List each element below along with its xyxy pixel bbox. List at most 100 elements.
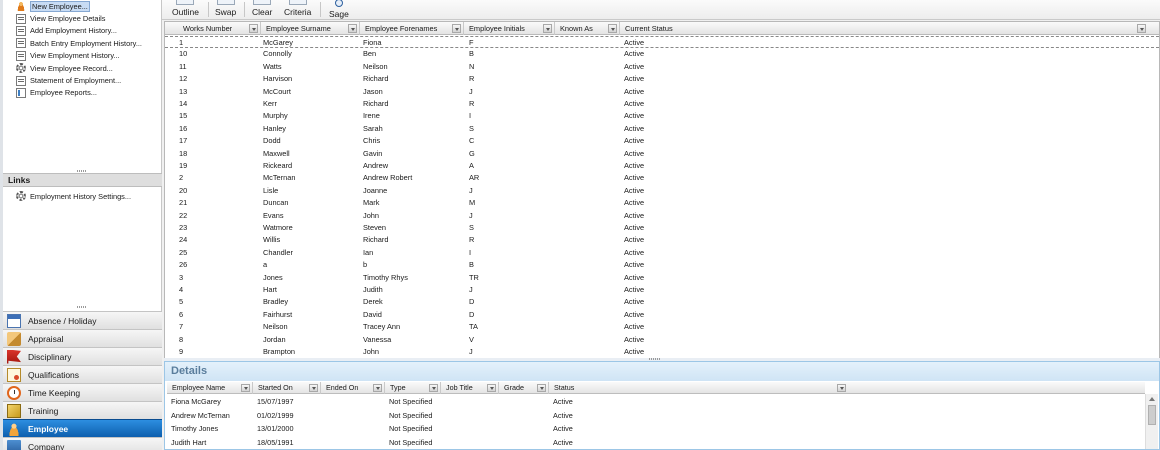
filter-dropdown-icon[interactable] [249, 24, 258, 33]
table-row[interactable]: 10 Connolly Ben B Active [165, 48, 1159, 60]
links-splitter[interactable] [3, 305, 162, 309]
table-cell: 26 [179, 260, 188, 270]
filter-dropdown-icon[interactable] [429, 384, 438, 392]
table-cell: Jones [263, 272, 283, 282]
column-header-employee-initials[interactable]: Employee Initials [463, 22, 555, 35]
table-row[interactable]: 1 McGarey Fiona F Active [165, 36, 1159, 49]
details-row[interactable]: Andrew McTernan 01/02/1999 Not Specified Ac… [167, 409, 1145, 423]
table-row[interactable]: 16 Hanley Sarah S Active [165, 123, 1159, 135]
table-cell: Jason [363, 86, 383, 96]
table-row[interactable]: 13 McCourt Jason J Active [165, 86, 1159, 98]
task-view-employment-history[interactable]: View Employment History... [6, 50, 160, 62]
table-cell: Tracey Ann [363, 322, 401, 332]
table-cell: Active [624, 334, 645, 344]
table-row[interactable]: 26 a b B Active [165, 259, 1159, 271]
table-row[interactable]: 11 Watts Neilson N Active [165, 61, 1159, 73]
filter-dropdown-icon[interactable] [452, 24, 461, 33]
swap-button[interactable]: Swap [215, 0, 236, 20]
training-icon [7, 403, 21, 418]
nav-label: Time Keeping [28, 387, 81, 398]
filter-dropdown-icon[interactable] [373, 384, 382, 392]
table-cell: Dodd [263, 136, 281, 146]
table-row[interactable]: 20 Lisle Joanne J Active [165, 185, 1159, 197]
document-icon [16, 38, 26, 49]
details-column-status[interactable]: Status [549, 382, 1145, 394]
filter-dropdown-icon[interactable] [537, 384, 546, 392]
filter-dropdown-icon[interactable] [837, 384, 846, 392]
details-cell: Judith Hart [171, 437, 207, 447]
nav-disciplinary[interactable]: Disciplinary [3, 347, 162, 365]
task-employee-reports[interactable]: Employee Reports... [6, 87, 160, 99]
nav-appraisal[interactable]: Appraisal [3, 329, 162, 347]
table-row[interactable]: 2 McTernan Andrew Robert AR Active [165, 172, 1159, 184]
sage-button[interactable]: Sage [329, 0, 349, 20]
clear-button[interactable]: Clear [252, 0, 272, 20]
outline-button[interactable]: Outline [172, 0, 199, 20]
module-nav: Absence / Holiday Appraisal Disciplinary… [3, 311, 162, 450]
details-row[interactable]: Judith Hart 18/05/1991 Not Specified Active [167, 436, 1145, 450]
filter-dropdown-icon[interactable] [241, 384, 250, 392]
details-row[interactable]: Timothy Jones 13/01/2000 Not Specified Acti… [167, 422, 1145, 436]
criteria-label: Criteria [284, 7, 312, 17]
details-cell: Not Specified [389, 397, 433, 406]
nav-label: Company [28, 441, 65, 450]
link-employment-history-settings[interactable]: Employment History Settings... [6, 190, 160, 202]
table-row[interactable]: 5 Bradley Derek D Active [165, 296, 1159, 308]
nav-time-keeping[interactable]: Time Keeping [3, 383, 162, 401]
table-cell: 11 [179, 61, 187, 71]
task-view-employee-details[interactable]: View Employee Details [6, 12, 160, 24]
column-header-employee-surname[interactable]: Employee Surname [260, 22, 360, 35]
table-row[interactable]: 3 Jones Timothy Rhys TR Active [165, 272, 1159, 284]
table-cell: S [469, 123, 474, 133]
table-cell: Mark [363, 198, 380, 208]
filter-dropdown-icon[interactable] [1137, 24, 1146, 33]
table-row[interactable]: 7 Neilson Tracey Ann TA Active [165, 321, 1159, 333]
table-cell: Harvison [263, 74, 293, 84]
table-cell: J [469, 210, 473, 220]
table-cell: Active [624, 210, 645, 220]
criteria-button[interactable]: Criteria [284, 0, 311, 20]
task-statement-of-employment[interactable]: Statement of Employment... [6, 74, 160, 86]
nav-training[interactable]: Training [3, 401, 162, 419]
table-row[interactable]: 25 Chandler Ian I Active [165, 247, 1159, 259]
nav-qualifications[interactable]: Qualifications [3, 365, 162, 383]
table-cell: Active [624, 49, 645, 59]
filter-dropdown-icon[interactable] [543, 24, 552, 33]
filter-dropdown-icon[interactable] [309, 384, 318, 392]
table-row[interactable]: 6 Fairhurst David D Active [165, 309, 1159, 321]
filter-dropdown-icon[interactable] [608, 24, 617, 33]
details-row[interactable]: Fiona McGarey 15/07/1997 Not Specified Acti… [167, 395, 1145, 409]
nav-absence-holiday[interactable]: Absence / Holiday [3, 311, 162, 329]
details-scrollbar[interactable] [1145, 394, 1158, 449]
clock-icon [7, 385, 21, 400]
table-row[interactable]: 17 Dodd Chris C Active [165, 135, 1159, 147]
scroll-thumb[interactable] [1148, 405, 1156, 425]
filter-dropdown-icon[interactable] [348, 24, 357, 33]
task-new-employee[interactable]: New Employee... [6, 0, 160, 12]
column-header-employee-forenames[interactable]: Employee Forenames [359, 22, 464, 35]
table-row[interactable]: 4 Hart Judith J Active [165, 284, 1159, 296]
table-row[interactable]: 22 Evans John J Active [165, 210, 1159, 222]
table-row[interactable]: 9 Brampton John J Active [165, 346, 1159, 358]
table-row[interactable]: 14 Kerr Richard R Active [165, 98, 1159, 110]
table-row[interactable]: 8 Jordan Vanessa V Active [165, 334, 1159, 346]
scroll-up-icon[interactable] [1149, 397, 1155, 401]
table-row[interactable]: 15 Murphy Irene I Active [165, 110, 1159, 122]
task-view-employee-record[interactable]: View Employee Record... [6, 62, 160, 74]
table-row[interactable]: 23 Watmore Steven S Active [165, 222, 1159, 234]
column-label: Employee Initials [469, 24, 525, 33]
table-row[interactable]: 18 Maxwell Gavin G Active [165, 148, 1159, 160]
table-cell: Watts [263, 61, 282, 71]
filter-dropdown-icon[interactable] [487, 384, 496, 392]
column-label: Status [554, 383, 575, 392]
task-add-employment-history[interactable]: Add Employment History... [6, 25, 160, 37]
task-batch-entry-employment-history[interactable]: Batch Entry Employment History... [6, 37, 160, 49]
column-header-current-status[interactable]: Current Status [619, 22, 1159, 35]
nav-company[interactable]: Company [3, 437, 162, 450]
table-row[interactable]: 19 Rickeard Andrew A Active [165, 160, 1159, 172]
table-row[interactable]: 12 Harvison Richard R Active [165, 73, 1159, 85]
table-row[interactable]: 21 Duncan Mark M Active [165, 197, 1159, 209]
table-row[interactable]: 24 Willis Richard R Active [165, 234, 1159, 246]
nav-employee[interactable]: Employee [3, 419, 162, 437]
table-cell: C [469, 136, 475, 146]
